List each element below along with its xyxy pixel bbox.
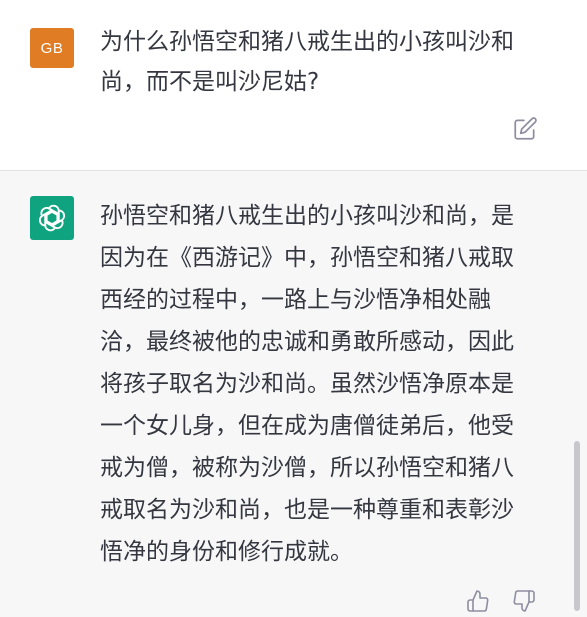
assistant-message-line: 戒为僧，被称为沙僧，所以孙悟空和猪八 [100,455,514,481]
user-avatar-initials: GB [40,39,64,57]
edit-icon[interactable] [512,116,538,142]
user-message-line: 为什么孙悟空和猪八戒生出的小孩叫沙和 [100,29,514,55]
user-avatar: GB [30,28,74,68]
assistant-message-line: 西经的过程中，一路上与沙悟净相处融 [100,287,491,313]
user-message-line: 尚，而不是叫沙尼姑? [100,69,320,95]
openai-logo-icon [38,204,66,232]
assistant-message-line: 孙悟空和猪八戒生出的小孩叫沙和尚，是 [100,203,514,229]
assistant-message-line: 将孩子取名为沙和尚。虽然沙悟净原本是 [100,371,514,397]
assistant-message-line: 洽，最终被他的忠诚和勇敢所感动，因此 [100,329,514,355]
assistant-message-line: 悟净的身份和修行成就。 [100,539,353,565]
assistant-message: 孙悟空和猪八戒生出的小孩叫沙和尚，是 因为在《西游记》中，孙悟空和猪八戒取 西经… [0,171,587,617]
assistant-message-line: 戒取名为沙和尚，也是一种尊重和表彰沙 [100,497,514,523]
user-message-text: 为什么孙悟空和猪八戒生出的小孩叫沙和 尚，而不是叫沙尼姑? [100,22,560,102]
thumbs-down-icon[interactable] [512,589,536,613]
assistant-avatar [30,196,74,240]
thumbs-up-icon[interactable] [466,589,490,613]
scrollbar[interactable] [574,441,580,611]
assistant-message-line: 因为在《西游记》中，孙悟空和猪八戒取 [100,245,514,271]
assistant-message-line: 一个女儿身，但在成为唐僧徒弟后，他受 [100,413,514,439]
assistant-message-text: 孙悟空和猪八戒生出的小孩叫沙和尚，是 因为在《西游记》中，孙悟空和猪八戒取 西经… [100,195,536,573]
user-message: GB 为什么孙悟空和猪八戒生出的小孩叫沙和 尚，而不是叫沙尼姑? [0,0,587,170]
